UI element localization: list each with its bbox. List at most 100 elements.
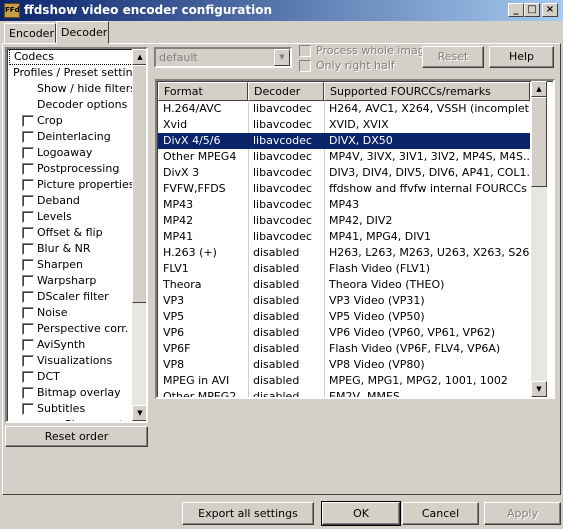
nav-item-picture-properties[interactable]: Picture properties [9,177,134,193]
table-row[interactable]: VP3 disabled VP3 Video (VP31) [158,293,530,309]
filter-enable-checkbox[interactable] [22,307,34,319]
nav-item-profiles-preset-settings[interactable]: Profiles / Preset settings [9,65,145,81]
filter-enable-checkbox[interactable] [22,291,34,303]
table-row[interactable]: H.264/AVC libavcodec H264, AVC1, X264, VSS… [158,101,530,117]
decoder-cell[interactable]: disabled [248,277,324,293]
decoder-cell[interactable]: libavcodec [248,133,324,149]
filter-enable-checkbox[interactable] [22,211,34,223]
filter-enable-checkbox[interactable] [22,387,34,399]
nav-item-noise[interactable]: Noise [9,305,133,321]
filter-enable-checkbox[interactable] [22,355,34,367]
filter-enable-checkbox[interactable] [22,323,34,335]
nav-item-subtitles[interactable]: Subtitles [9,401,133,417]
nav-item-offset-flip[interactable]: Offset & flip [9,225,133,241]
table-row[interactable]: DivX 3 libavcodec DIV3, DIV4, DIV5, DIV6, … [158,165,530,181]
table-row[interactable]: MP42 libavcodec MP42, DIV2 [158,213,530,229]
table-scrollbar[interactable]: ▲ ▼ [531,81,547,397]
export-all-settings-button[interactable]: Export all settings [182,502,314,525]
decoder-cell[interactable]: disabled [248,293,324,309]
column-header-fourccs[interactable]: Supported FOURCCs/remarks [324,82,530,101]
help-button[interactable]: Help [489,46,554,68]
nav-item-decoder-options[interactable]: Decoder options [9,97,133,113]
filter-enable-checkbox[interactable] [22,147,34,159]
decoder-cell[interactable]: disabled [248,389,324,397]
nav-item-placement[interactable]: Placement [9,417,133,421]
nav-item-deband[interactable]: Deband [9,193,133,209]
column-header-decoder[interactable]: Decoder [248,82,324,101]
scroll-down-arrow-icon[interactable]: ▼ [531,381,547,397]
table-row[interactable]: Other MPEG4 libavcodec MP4V, 3IVX, 3IV1, 3… [158,149,530,165]
table-row[interactable]: MPEG in AVI disabled MPEG, MPG1, MPG2, 100… [158,373,530,389]
nav-scroll-thumb[interactable] [132,65,146,303]
filter-enable-checkbox[interactable] [22,259,34,271]
settings-nav-list[interactable]: Codecs Profiles / Preset settings Show / h… [5,47,148,423]
close-button[interactable]: × [542,3,558,17]
table-row[interactable]: Xvid libavcodec XVID, XVIX [158,117,530,133]
filter-enable-checkbox[interactable] [22,243,34,255]
decoder-cell[interactable]: libavcodec [248,181,324,197]
title-bar[interactable]: FFd ffdshow video encoder configuration … [0,0,563,21]
nav-item-show-hide-filters[interactable]: Show / hide filters [9,81,136,97]
decoder-cell[interactable]: disabled [248,373,324,389]
table-row[interactable]: Theora disabled Theora Video (THEO) [158,277,530,293]
nav-item-logoaway[interactable]: Logoaway [9,145,133,161]
codec-table[interactable]: Format Decoder Supported FOURCCs/remarks… [155,79,555,399]
decoder-cell[interactable]: libavcodec [248,101,324,117]
filter-enable-checkbox[interactable] [22,131,34,143]
nav-item-crop[interactable]: Crop [9,113,133,129]
table-row[interactable]: DivX 4/5/6 libavcodec DIVX, DX50 [158,133,530,149]
nav-item-dct[interactable]: DCT [9,369,133,385]
table-row[interactable]: FVFW,FFDS libavcodec ffdshow and ffvfw int… [158,181,530,197]
nav-item-sharpen[interactable]: Sharpen [9,257,133,273]
decoder-cell[interactable]: disabled [248,245,324,261]
table-row[interactable]: MP43 libavcodec MP43 [158,197,530,213]
column-header-format[interactable]: Format [158,82,248,101]
decoder-cell[interactable]: disabled [248,325,324,341]
scroll-up-arrow-icon[interactable]: ▲ [132,49,146,65]
table-row[interactable]: VP8 disabled VP8 Video (VP80) [158,357,530,373]
table-row[interactable]: FLV1 disabled Flash Video (FLV1) [158,261,530,277]
decoder-cell[interactable]: libavcodec [248,197,324,213]
filter-enable-checkbox[interactable] [22,339,34,351]
nav-item-dscaler-filter[interactable]: DScaler filter [9,289,133,305]
filter-enable-checkbox[interactable] [22,227,34,239]
table-row[interactable]: MP41 libavcodec MP41, MPG4, DIV1 [158,229,530,245]
filter-enable-checkbox[interactable] [22,163,34,175]
nav-item-warpsharp[interactable]: Warpsharp [9,273,133,289]
nav-item-deinterlacing[interactable]: Deinterlacing [9,129,133,145]
nav-scrollbar[interactable]: ▲ ▼ [132,49,146,421]
decoder-cell[interactable]: libavcodec [248,117,324,133]
reset-order-button[interactable]: Reset order [5,426,148,447]
filter-enable-checkbox[interactable] [22,371,34,383]
nav-item-visualizations[interactable]: Visualizations [9,353,133,369]
nav-item-codecs[interactable]: Codecs [9,49,133,65]
table-row[interactable]: H.263 (+) disabled H263, L263, M263, U263,… [158,245,530,261]
minimize-button[interactable]: _ [508,3,524,17]
decoder-cell[interactable]: libavcodec [248,229,324,245]
scroll-up-arrow-icon[interactable]: ▲ [531,81,547,97]
cancel-button[interactable]: Cancel [402,502,479,525]
table-row[interactable]: VP6F disabled Flash Video (VP6F, FLV4, VP6… [158,341,530,357]
nav-item-postprocessing[interactable]: Postprocessing [9,161,133,177]
decoder-cell[interactable]: libavcodec [248,213,324,229]
decoder-cell[interactable]: disabled [248,261,324,277]
table-scroll-thumb[interactable] [531,97,547,187]
decoder-cell[interactable]: libavcodec [248,149,324,165]
filter-enable-checkbox[interactable] [22,275,34,287]
filter-enable-checkbox[interactable] [22,179,34,191]
decoder-cell[interactable]: disabled [248,341,324,357]
table-row[interactable]: Other MPEG2 disabled EM2V, MMES [158,389,530,397]
filter-enable-checkbox[interactable] [22,195,34,207]
nav-item-bitmap-overlay[interactable]: Bitmap overlay [9,385,133,401]
decoder-cell[interactable]: disabled [248,309,324,325]
nav-item-blur-nr[interactable]: Blur & NR [9,241,133,257]
nav-item-perspective-corr[interactable]: Perspective corr. [9,321,133,337]
nav-item-avisynth[interactable]: AviSynth [9,337,133,353]
scroll-down-arrow-icon[interactable]: ▼ [132,405,146,421]
filter-enable-checkbox[interactable] [22,403,34,415]
tab-encoder[interactable]: Encoder [4,23,56,43]
tab-decoder[interactable]: Decoder [56,21,109,44]
decoder-cell[interactable]: libavcodec [248,165,324,181]
table-row[interactable]: VP5 disabled VP5 Video (VP50) [158,309,530,325]
maximize-button[interactable]: □ [524,3,540,17]
